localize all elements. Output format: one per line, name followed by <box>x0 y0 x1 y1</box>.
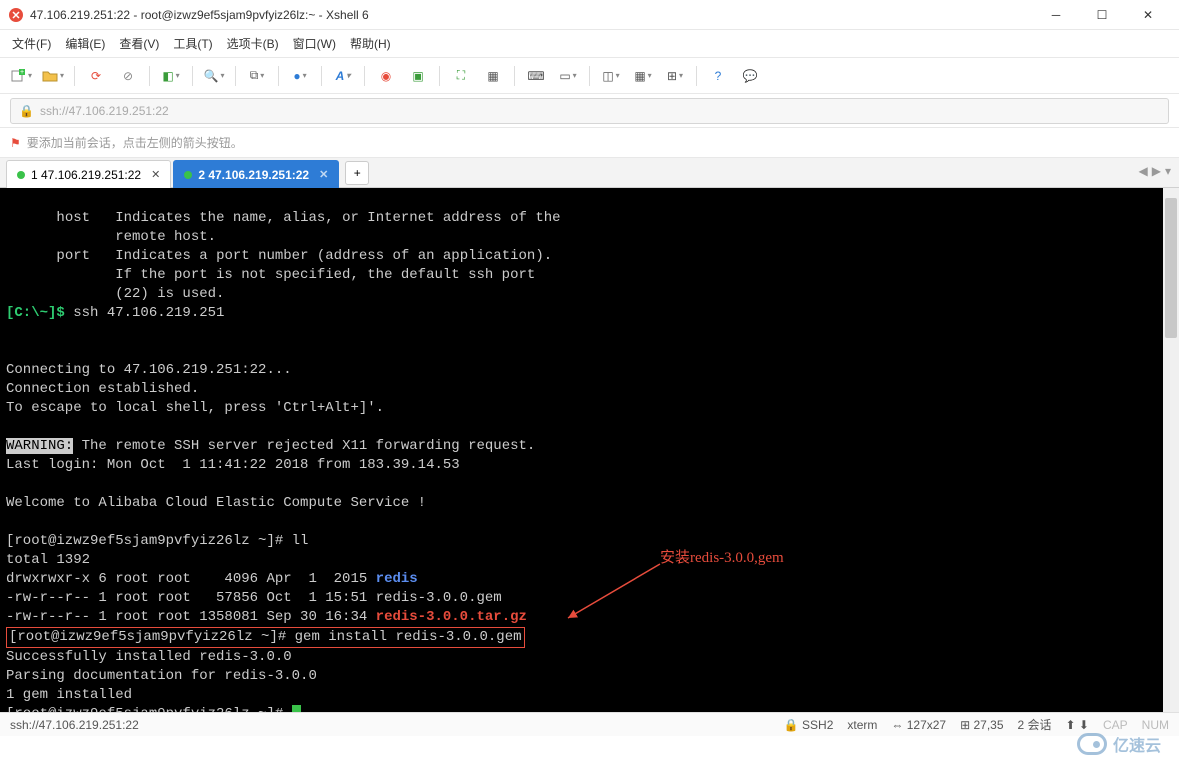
tab-close-icon[interactable]: ✕ <box>319 168 328 181</box>
svg-text:+: + <box>20 69 24 76</box>
globe-icon[interactable]: ● <box>287 63 313 89</box>
tab-prev-icon[interactable]: ◀ <box>1139 164 1148 178</box>
separator <box>364 66 365 86</box>
status-size: 127x27 <box>907 718 946 732</box>
flag-icon[interactable]: ⚑ <box>10 136 21 150</box>
open-button[interactable] <box>40 63 66 89</box>
local-prompt: [C:\~]$ <box>6 305 65 321</box>
tab-nav: ◀ ▶ ▾ <box>1139 164 1172 178</box>
hint-bar: ⚑ 要添加当前会话，点击左侧的箭头按钮。 <box>0 128 1179 158</box>
terminal-content: host Indicates the name, alias, or Inter… <box>0 188 1179 712</box>
cursor <box>292 705 301 712</box>
font-icon[interactable]: A <box>330 63 356 89</box>
search-icon[interactable]: 🔍 <box>201 63 227 89</box>
separator <box>321 66 322 86</box>
address-text: ssh://47.106.219.251:22 <box>40 104 169 118</box>
separator <box>74 66 75 86</box>
status-bar: ssh://47.106.219.251:22 🔒 SSH2 xterm ⇔ 1… <box>0 712 1179 736</box>
warning-label: WARNING: <box>6 438 73 454</box>
separator <box>696 66 697 86</box>
menu-help[interactable]: 帮助(H) <box>350 35 391 52</box>
status-cap: CAP <box>1103 718 1128 732</box>
watermark: 亿速云 <box>1077 732 1161 756</box>
title-bar: 47.106.219.251:22 - root@izwz9ef5sjam9pv… <box>0 0 1179 30</box>
menu-bar: 文件(F) 编辑(E) 查看(V) 工具(T) 选项卡(B) 窗口(W) 帮助(… <box>0 30 1179 58</box>
reconnect-icon[interactable]: ⟳ <box>83 63 109 89</box>
menu-view[interactable]: 查看(V) <box>119 35 159 52</box>
tab-close-icon[interactable]: ✕ <box>151 168 160 181</box>
separator <box>149 66 150 86</box>
status-pos: 27,35 <box>973 718 1003 732</box>
status-num: NUM <box>1142 718 1169 732</box>
tab-next-icon[interactable]: ▶ <box>1152 164 1161 178</box>
watermark-text: 亿速云 <box>1113 732 1161 756</box>
annotation-text: 安装redis-3.0.0,gem <box>660 549 784 568</box>
close-button[interactable]: ✕ <box>1125 0 1171 30</box>
chat-icon[interactable]: 💬 <box>737 63 763 89</box>
separator <box>235 66 236 86</box>
hint-text: 要添加当前会话，点击左侧的箭头按钮。 <box>27 134 243 151</box>
menu-tools[interactable]: 工具(T) <box>173 35 212 52</box>
transparent-icon[interactable]: ▦ <box>480 63 506 89</box>
scrollbar[interactable] <box>1163 188 1179 712</box>
menu-file[interactable]: 文件(F) <box>12 35 51 52</box>
watermark-logo-icon <box>1077 733 1107 755</box>
lock-icon: 🔒 <box>784 718 799 732</box>
lock-icon: 🔒 <box>19 104 34 118</box>
file-tar: redis-3.0.0.tar.gz <box>376 609 527 625</box>
tab-2[interactable]: 2 47.106.219.251:22 ✕ <box>173 160 339 188</box>
menu-tab[interactable]: 选项卡(B) <box>227 35 279 52</box>
file-redis: redis <box>376 571 418 587</box>
status-ssh: SSH2 <box>802 718 833 732</box>
minimize-button[interactable]: ─ <box>1033 0 1079 30</box>
new-session-button[interactable]: + <box>8 63 34 89</box>
highlighted-command: [root@izwz9ef5sjam9pvfyiz26lz ~]# gem in… <box>6 627 525 648</box>
tab-label: 1 47.106.219.251:22 <box>31 168 141 182</box>
help-icon[interactable]: ? <box>705 63 731 89</box>
menu-window[interactable]: 窗口(W) <box>293 35 336 52</box>
keyboard-icon[interactable]: ⌨ <box>523 63 549 89</box>
separator <box>278 66 279 86</box>
scrollbar-thumb[interactable] <box>1165 198 1177 338</box>
toolbar: + ⟳ ⊘ ◧ 🔍 ⧉ ● A ◉ ▣ ⛶ ▦ ⌨ ▭ ◫ ▦ ⊞ ? 💬 <box>0 58 1179 94</box>
separator <box>439 66 440 86</box>
lock-icon[interactable]: ▭ <box>555 63 581 89</box>
menu-edit[interactable]: 编辑(E) <box>65 35 105 52</box>
app-icon <box>8 7 24 23</box>
address-bar: 🔒 ssh://47.106.219.251:22 <box>0 94 1179 128</box>
status-term: xterm <box>847 718 877 732</box>
layout3-icon[interactable]: ⊞ <box>662 63 688 89</box>
address-input[interactable]: 🔒 ssh://47.106.219.251:22 <box>10 98 1169 124</box>
status-dot-icon <box>184 171 192 179</box>
record-icon[interactable]: ◉ <box>373 63 399 89</box>
tab-label: 2 47.106.219.251:22 <box>198 168 309 182</box>
tab-1[interactable]: 1 47.106.219.251:22 ✕ <box>6 160 171 188</box>
tab-bar: 1 47.106.219.251:22 ✕ 2 47.106.219.251:2… <box>0 158 1179 188</box>
separator <box>192 66 193 86</box>
play-icon[interactable]: ▣ <box>405 63 431 89</box>
status-sessions: 2 会话 <box>1018 716 1052 733</box>
tab-add-button[interactable]: + <box>345 161 369 185</box>
status-left: ssh://47.106.219.251:22 <box>10 718 139 732</box>
copy-icon[interactable]: ⧉ <box>244 63 270 89</box>
disconnect-icon[interactable]: ⊘ <box>115 63 141 89</box>
tab-menu-icon[interactable]: ▾ <box>1165 164 1171 178</box>
separator <box>514 66 515 86</box>
terminal[interactable]: host Indicates the name, alias, or Inter… <box>0 188 1179 712</box>
fullscreen-icon[interactable]: ⛶ <box>448 63 474 89</box>
window-title: 47.106.219.251:22 - root@izwz9ef5sjam9pv… <box>30 8 1033 22</box>
layout2-icon[interactable]: ▦ <box>630 63 656 89</box>
separator <box>589 66 590 86</box>
window-controls: ─ ☐ ✕ <box>1033 0 1171 30</box>
profile-button[interactable]: ◧ <box>158 63 184 89</box>
maximize-button[interactable]: ☐ <box>1079 0 1125 30</box>
layout1-icon[interactable]: ◫ <box>598 63 624 89</box>
status-dot-icon <box>17 171 25 179</box>
